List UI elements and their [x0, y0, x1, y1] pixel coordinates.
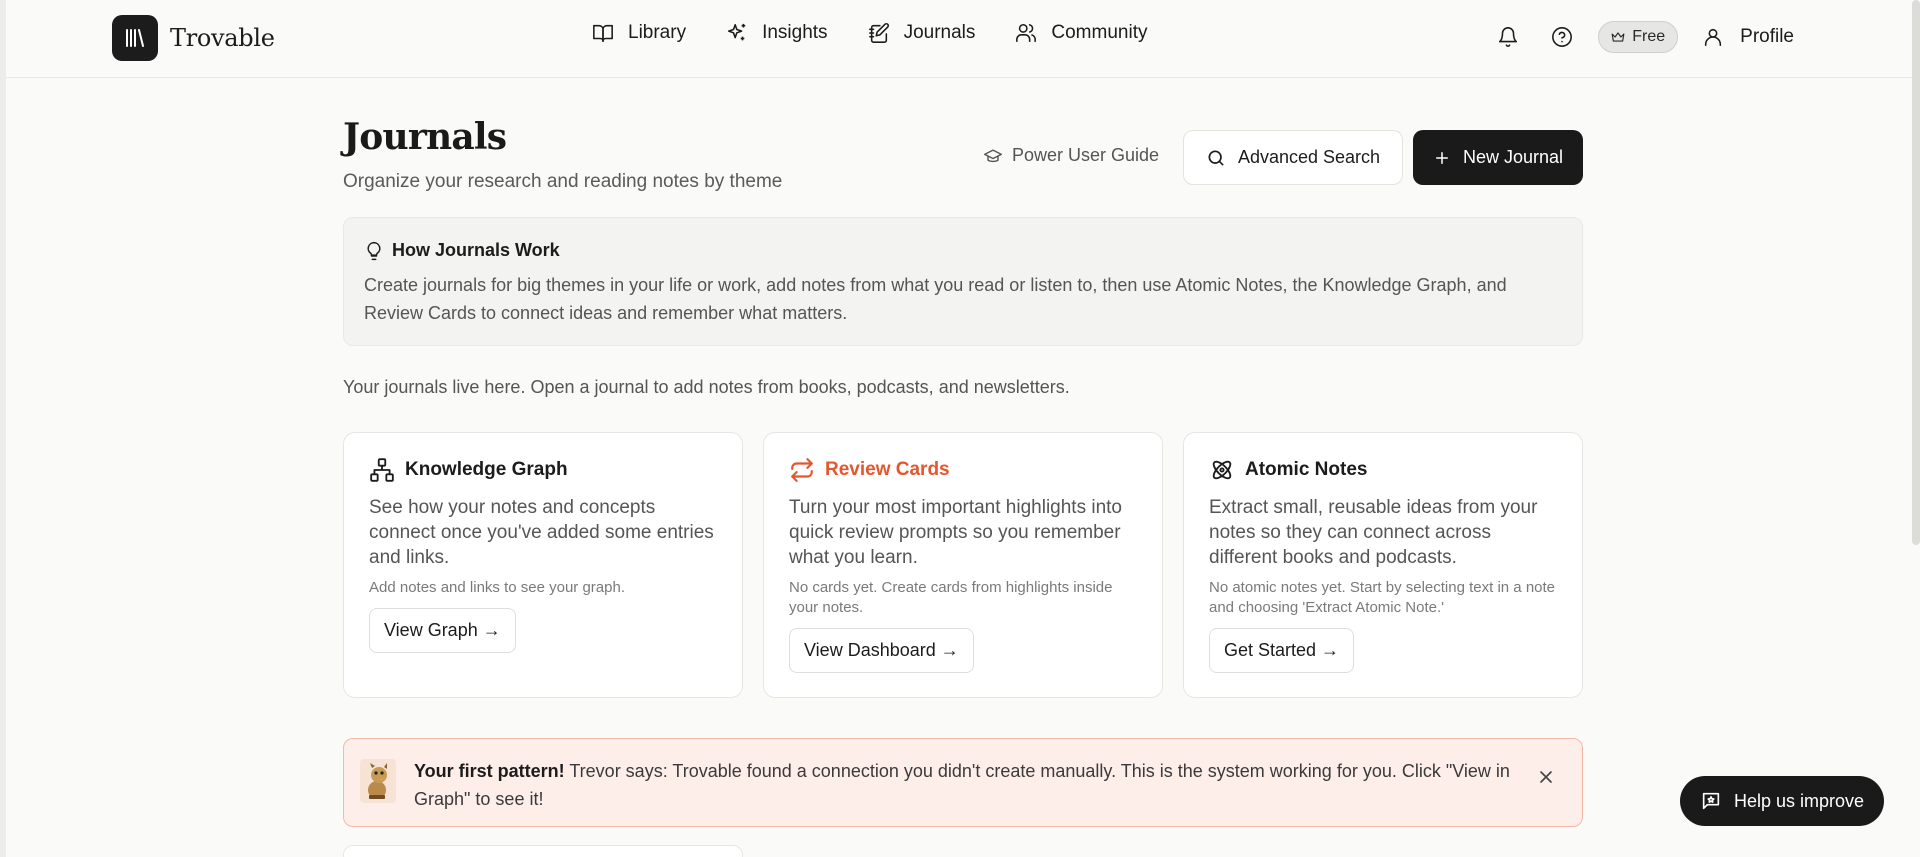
graduation-cap-icon [983, 148, 1003, 162]
plan-badge[interactable]: Free [1598, 21, 1679, 53]
library-logo-icon [112, 15, 158, 61]
get-started-button[interactable]: Get Started → [1209, 628, 1355, 673]
view-graph-button[interactable]: View Graph → [369, 608, 516, 653]
info-body: Create journals for big themes in your l… [364, 275, 1507, 323]
first-pattern-alert: Your first pattern! Trevor says: Trovabl… [343, 738, 1583, 827]
help-us-improve-button[interactable]: Help us improve [1680, 776, 1884, 826]
alert-message: Your first pattern! Trevor says: Trovabl… [414, 757, 1512, 813]
info-heading: How Journals Work [364, 240, 1562, 261]
close-icon[interactable] [1536, 767, 1556, 787]
card-description: Turn your most important highlights into… [789, 497, 1123, 568]
journal-card-peek [343, 845, 743, 857]
book-icon [593, 24, 613, 43]
power-user-guide-link[interactable]: Power User Guide [983, 145, 1159, 166]
crown-icon [1611, 32, 1625, 42]
card-title: Review Cards [825, 459, 950, 480]
alert-heading: Your first pattern! [414, 761, 565, 781]
advanced-search-label: Advanced Search [1237, 147, 1381, 167]
advanced-search-button[interactable]: Advanced Search [1183, 130, 1403, 185]
nav-label-community: Community [1051, 22, 1148, 43]
review-cards-card: Review Cards Turn your most important hi… [763, 432, 1163, 698]
sparkles-icon [728, 23, 746, 41]
brand-logo[interactable]: Trovable [112, 15, 275, 61]
journals-lead-text: Your journals live here. Open a journal … [343, 377, 1070, 397]
nav-item-library[interactable]: Library [592, 22, 686, 44]
repeat-icon [791, 458, 813, 482]
header-actions: Free Profile [1490, 19, 1794, 55]
help-button[interactable] [1544, 19, 1580, 55]
view-dashboard-button[interactable]: View Dashboard → [789, 628, 974, 673]
network-icon [370, 458, 394, 482]
atom-icon [1212, 460, 1232, 480]
brand-name: Trovable [170, 24, 275, 52]
users-icon [1016, 23, 1037, 43]
card-empty-note: Add notes and links to see your graph. [369, 579, 625, 596]
top-navigation-bar: Trovable Library Insights Journals Commu… [6, 0, 1920, 78]
card-title: Atomic Notes [1245, 459, 1368, 480]
lightbulb-icon [367, 241, 381, 260]
card-title: Knowledge Graph [405, 459, 568, 480]
bell-icon [1499, 27, 1518, 47]
card-heading: Atomic Notes [1209, 457, 1557, 483]
card-empty-note: No atomic notes yet. Start by selecting … [1209, 579, 1556, 616]
card-heading: Review Cards [789, 457, 1137, 483]
card-heading: Knowledge Graph [369, 457, 717, 483]
plan-badge-label: Free [1632, 28, 1666, 45]
info-title: How Journals Work [392, 240, 560, 260]
alert-text: Trevor says: Trovable found a connection… [414, 761, 1510, 809]
notifications-button[interactable] [1490, 19, 1526, 55]
help-circle-icon [1552, 27, 1573, 47]
nav-label-insights: Insights [762, 22, 828, 43]
notebook-pen-icon [868, 23, 889, 43]
knowledge-graph-card: Knowledge Graph See how your notes and c… [343, 432, 743, 698]
nav-label-journals: Journals [903, 22, 976, 43]
feedback-icon [1702, 792, 1720, 810]
user-icon [1705, 28, 1722, 47]
new-journal-label: New Journal [1462, 147, 1564, 167]
search-icon [1208, 150, 1224, 165]
nav-item-insights[interactable]: Insights [726, 22, 828, 44]
power-user-guide-label: Power User Guide [1012, 145, 1160, 165]
plus-icon [1435, 151, 1448, 164]
page-title: Journals [343, 116, 507, 158]
scrollbar-thumb[interactable] [1912, 0, 1920, 545]
new-journal-button[interactable]: New Journal [1413, 130, 1583, 185]
card-description: Extract small, reusable ideas from your … [1209, 497, 1538, 568]
how-journals-work-panel: How Journals Work Create journals for bi… [343, 217, 1583, 346]
profile-menu[interactable]: Profile [1702, 26, 1794, 48]
trevor-mascot-icon [360, 759, 396, 803]
nav-item-journals[interactable]: Journals [868, 22, 976, 44]
main-nav: Library Insights Journals Community [592, 22, 1147, 44]
card-description: See how your notes and concepts connect … [369, 497, 714, 568]
card-empty-note: No cards yet. Create cards from highligh… [789, 579, 1113, 616]
nav-label-library: Library [628, 22, 687, 43]
nav-item-community[interactable]: Community [1015, 22, 1147, 44]
page-subtitle: Organize your research and reading notes… [343, 171, 783, 192]
atomic-notes-card: Atomic Notes Extract small, reusable ide… [1183, 432, 1583, 698]
help-us-improve-label: Help us improve [1733, 790, 1865, 811]
feature-cards: Knowledge Graph See how your notes and c… [343, 432, 1583, 698]
profile-label: Profile [1740, 26, 1794, 47]
